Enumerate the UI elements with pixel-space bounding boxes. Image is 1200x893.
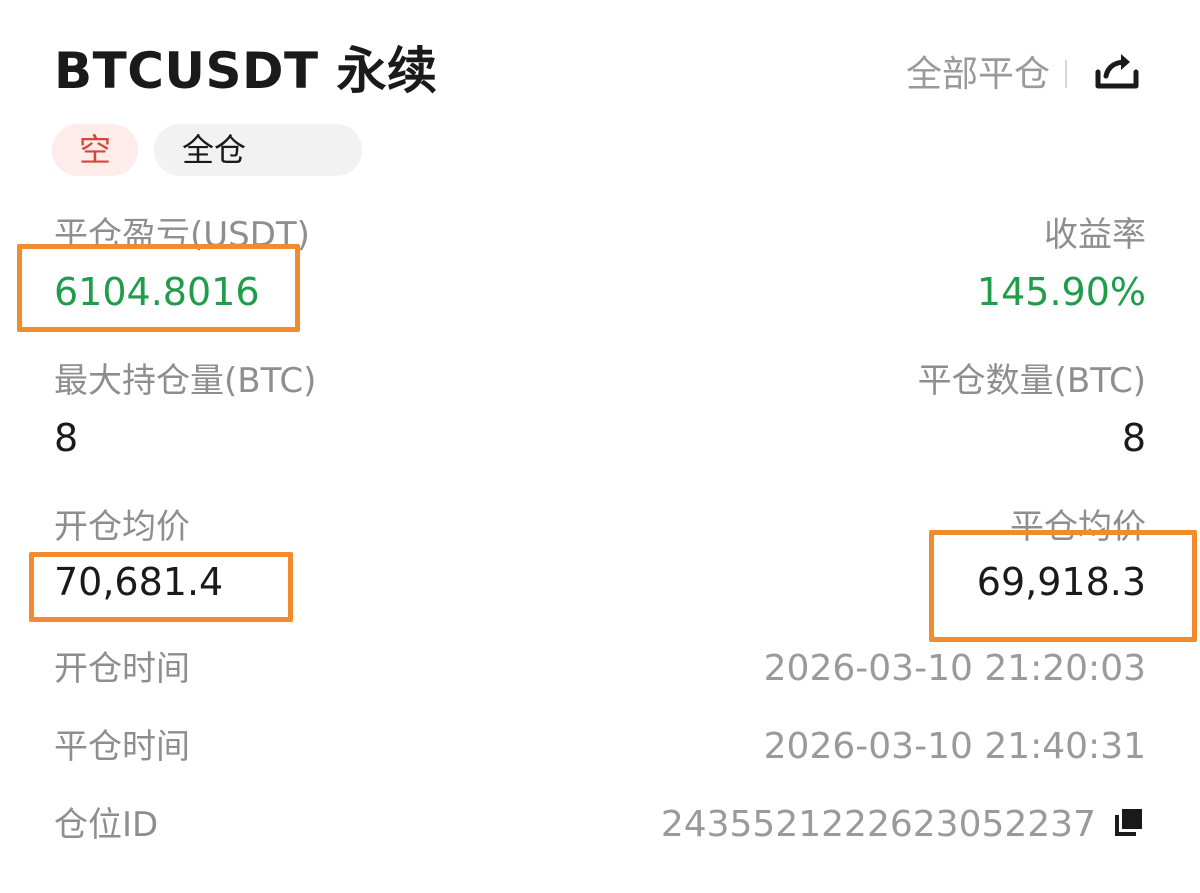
close-time-value: 2026-03-10 21:40:31: [763, 726, 1146, 767]
margin-mode-badge: 全仓: [154, 124, 362, 176]
open-price-highlight-box: [29, 552, 293, 622]
position-side-badge: 空: [52, 124, 138, 176]
pnl-highlight-box: [17, 244, 300, 332]
position-id-label: 仓位ID: [54, 805, 159, 845]
header-divider: [1065, 60, 1067, 88]
copy-icon[interactable]: [1114, 807, 1144, 837]
roi-label: 收益率: [1044, 215, 1146, 255]
max-position-value: 8: [54, 416, 79, 460]
close-all-button[interactable]: 全部平仓: [906, 50, 1050, 100]
close-time-label: 平仓时间: [54, 727, 190, 767]
close-qty-value: 8: [1121, 416, 1146, 460]
close-qty-label: 平仓数量(BTC): [917, 361, 1146, 401]
close-price-highlight-box: [929, 530, 1197, 642]
share-icon[interactable]: [1092, 46, 1142, 96]
roi-value: 145.90%: [976, 270, 1146, 314]
position-id-value: 2435521222623052237: [660, 804, 1096, 845]
max-position-label: 最大持仓量(BTC): [54, 361, 317, 401]
page-title: BTCUSDT 永续: [54, 42, 438, 100]
open-time-value: 2026-03-10 21:20:03: [763, 648, 1146, 689]
open-time-label: 开仓时间: [54, 649, 190, 689]
open-price-label: 开仓均价: [54, 507, 190, 547]
